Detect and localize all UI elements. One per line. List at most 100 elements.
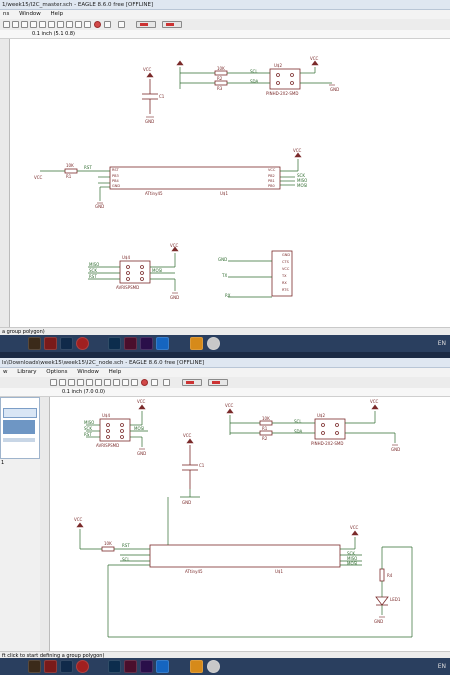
u4-miso-net: MISO xyxy=(84,420,95,425)
menu-item-help[interactable]: Help xyxy=(51,11,64,17)
led-designator: LED1 xyxy=(390,597,401,602)
stop-icon[interactable] xyxy=(94,21,101,28)
premiere-taskbar-icon[interactable] xyxy=(140,337,153,350)
menu-item-options[interactable]: Options xyxy=(46,369,67,375)
u1-part: ATtiny45 xyxy=(145,191,163,196)
ftdi-pin-5: RX xyxy=(282,281,287,285)
menu-item-window[interactable]: Window xyxy=(77,369,99,375)
panel-row-number: 1 xyxy=(1,460,5,466)
schematic-drawing xyxy=(76,404,413,638)
scl-net-label: SCL xyxy=(250,69,258,74)
zoom-fit-icon[interactable] xyxy=(48,21,55,28)
chrome-taskbar-icon[interactable] xyxy=(207,660,220,673)
redo-icon[interactable] xyxy=(131,379,138,386)
photoshop-taskbar-icon[interactable] xyxy=(60,660,73,673)
save-icon[interactable] xyxy=(59,379,66,386)
menu-item-library[interactable]: Library xyxy=(17,369,36,375)
windows-taskbar: EN xyxy=(0,658,450,675)
coordinate-display: 0.1 inch (5.1 0.8) xyxy=(0,30,450,39)
command-toolbar[interactable] xyxy=(0,39,10,327)
help-icon[interactable] xyxy=(163,379,170,386)
system-tray-language[interactable]: EN xyxy=(438,660,446,673)
vscode-taskbar-icon[interactable] xyxy=(156,337,169,350)
board-icon[interactable] xyxy=(39,21,46,28)
menu-bar: w Library Options Window Help xyxy=(0,368,450,377)
save-icon[interactable] xyxy=(12,21,19,28)
menu-item[interactable]: w xyxy=(3,369,8,375)
menu-item-window[interactable]: Window xyxy=(19,11,41,17)
undo-icon[interactable] xyxy=(75,21,82,28)
photoshop-taskbar-icon[interactable] xyxy=(60,337,73,350)
print-icon[interactable] xyxy=(21,21,28,28)
r3-designator: R3 xyxy=(217,86,223,91)
u1-pin-left-1: RST xyxy=(112,168,119,172)
design-link-icon[interactable] xyxy=(136,21,156,28)
illustrator-taskbar-icon[interactable] xyxy=(28,337,41,350)
redo-icon[interactable] xyxy=(84,21,91,28)
zoom-out-icon[interactable] xyxy=(113,379,120,386)
eagle-taskbar-icon[interactable] xyxy=(190,660,203,673)
vscode-taskbar-icon[interactable] xyxy=(156,660,169,673)
undo-icon[interactable] xyxy=(122,379,129,386)
u4-gnd-label: GND xyxy=(170,295,180,300)
u1-gnd-label: GND xyxy=(95,204,105,209)
chrome-taskbar-icon[interactable] xyxy=(207,337,220,350)
u1-pin-right-1: VCC xyxy=(268,168,276,172)
sda-net-label: SDA xyxy=(250,79,259,84)
indesign-taskbar-icon[interactable] xyxy=(124,660,137,673)
go-icon[interactable] xyxy=(104,21,111,28)
u4-part: AVRISPSMD xyxy=(96,443,120,448)
r-vcc-label: VCC xyxy=(225,403,234,408)
u4-mosi-net: MOSI xyxy=(152,268,163,273)
stop-icon[interactable] xyxy=(141,379,148,386)
acrobat-taskbar-icon[interactable] xyxy=(44,337,57,350)
ftdi-pin-6: RTS xyxy=(282,288,289,292)
go-icon[interactable] xyxy=(151,379,158,386)
menu-item-help[interactable]: Help xyxy=(109,369,122,375)
eagle-window-node: ls\Downloads\week15\week15\I2C_node.sch … xyxy=(0,358,450,659)
ftdi-pin-3: VCC xyxy=(282,267,290,271)
indesign-taskbar-icon[interactable] xyxy=(124,337,137,350)
zoom-in-icon[interactable] xyxy=(57,21,64,28)
photoshop-ps-taskbar-icon[interactable] xyxy=(108,337,121,350)
system-tray-language[interactable]: EN xyxy=(438,337,446,350)
u4-rst-net: RST xyxy=(84,432,92,437)
u1-vcc-label: VCC xyxy=(293,148,302,153)
browser-taskbar-icon[interactable] xyxy=(76,660,89,673)
r2-designator: R2 xyxy=(262,436,268,441)
c1-gnd-label: GND xyxy=(145,119,155,124)
c1-designator: C1 xyxy=(159,94,165,99)
schematic-canvas[interactable]: U$4 AVRISPSMD MISO SCK RST MOSI VCC GND … xyxy=(50,397,450,651)
u1-pin-left-4: GND xyxy=(112,184,121,188)
board-icon[interactable] xyxy=(86,379,93,386)
schematic-canvas[interactable]: VCC GND C1 10K R2 R3 SCL SDA U$2 PINHD-2… xyxy=(10,39,450,327)
open-icon[interactable] xyxy=(3,21,10,28)
rst-net-label: RST xyxy=(122,543,130,548)
zoom-fit-icon[interactable] xyxy=(95,379,102,386)
menu-item[interactable]: ns xyxy=(3,11,9,17)
u2-gnd-label: GND xyxy=(330,87,340,92)
layer-panel[interactable] xyxy=(0,397,40,459)
zoom-in-icon[interactable] xyxy=(104,379,111,386)
cam-icon[interactable] xyxy=(30,21,37,28)
premiere-taskbar-icon[interactable] xyxy=(140,660,153,673)
window-title: 1/week15/I2C_master.sch - EAGLE 8.6.0 fr… xyxy=(0,0,450,10)
browser-taskbar-icon[interactable] xyxy=(76,337,89,350)
zoom-out-icon[interactable] xyxy=(66,21,73,28)
design-link-icon[interactable] xyxy=(182,379,202,386)
u1-part: ATtiny45 xyxy=(185,569,203,574)
eagle-taskbar-icon[interactable] xyxy=(190,337,203,350)
photoshop-ps-taskbar-icon[interactable] xyxy=(108,660,121,673)
print-icon[interactable] xyxy=(68,379,75,386)
u1-pin-left-3: PB4 xyxy=(112,179,119,183)
acrobat-taskbar-icon[interactable] xyxy=(44,660,57,673)
u4-sck-net: SCK xyxy=(89,268,97,273)
r4-designator: R4 xyxy=(387,573,393,578)
command-toolbar[interactable] xyxy=(40,397,50,651)
help-icon[interactable] xyxy=(118,21,125,28)
open-icon[interactable] xyxy=(50,379,57,386)
cam-icon[interactable] xyxy=(77,379,84,386)
fusion-sync-icon[interactable] xyxy=(162,21,182,28)
fusion-sync-icon[interactable] xyxy=(208,379,228,386)
illustrator-taskbar-icon[interactable] xyxy=(28,660,41,673)
